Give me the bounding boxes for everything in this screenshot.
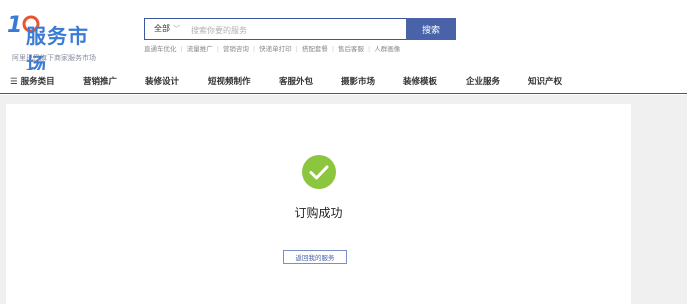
divider: | xyxy=(331,45,335,53)
site-header: 1 服务市场 阿里巴巴旗下商家服务市场 全部﹀ 搜索 直通车优化|流量推广|营销… xyxy=(0,0,687,95)
search-bar: 全部 ﹀ 搜索 xyxy=(144,18,456,41)
nav-item-categories[interactable]: ☰ 服务类目 xyxy=(10,70,55,94)
divider: | xyxy=(295,45,298,53)
hot-keyword-link[interactable]: 搭配套餐 xyxy=(302,45,328,53)
main-nav: ☰ 服务类目 营销推广 装修设计 短视频制作 客服外包 摄影市场 装修模板 企业… xyxy=(0,70,687,94)
nav-item-short-video[interactable]: 短视频制作 xyxy=(208,70,251,94)
nav-item-enterprise[interactable]: 企业服务 xyxy=(466,70,500,94)
logo[interactable]: 1 服务市场 阿里巴巴旗下商家服务市场 xyxy=(6,10,106,77)
logo-tagline: 阿里巴巴旗下商家服务市场 xyxy=(12,54,96,62)
nav-item-ip[interactable]: 知识产权 xyxy=(528,70,562,94)
svg-text:1: 1 xyxy=(7,13,22,38)
nav-item-photography[interactable]: 摄影市场 xyxy=(341,70,375,94)
hot-keyword-link[interactable]: 直通车优化 xyxy=(144,45,177,53)
divider: | xyxy=(180,45,183,53)
hot-keyword-link[interactable]: 营销咨询 xyxy=(223,45,249,53)
search-input[interactable] xyxy=(185,19,413,41)
search-scope-select[interactable]: 全部 ﹀ xyxy=(145,19,185,39)
divider: | xyxy=(368,45,371,53)
success-check-icon xyxy=(302,155,336,189)
return-my-services-button[interactable]: 返回我的服务 xyxy=(283,250,347,264)
divider: | xyxy=(216,45,219,53)
nav-item-customer-service[interactable]: 客服外包 xyxy=(279,70,313,94)
hot-keyword-link[interactable]: 人群画像 xyxy=(374,45,400,53)
hot-keyword-link[interactable]: 流量推广 xyxy=(187,45,213,53)
search-button[interactable]: 搜索 xyxy=(406,18,456,40)
search-scope-label: 全部 xyxy=(154,24,170,33)
nav-item-design[interactable]: 装修设计 xyxy=(145,70,179,94)
hot-keywords: 直通车优化 | 流量推广 | 营销咨询 | 快递单打印 | 搭配套餐 | 售后客服 | 人群画像 xyxy=(144,43,400,53)
result-panel: 订购成功 返回我的服务 xyxy=(6,104,631,304)
nav-item-templates[interactable]: 装修模板 xyxy=(403,70,437,94)
divider: | xyxy=(252,45,256,53)
nav-item-marketing[interactable]: 营销推广 xyxy=(83,70,117,94)
hot-keyword-link[interactable]: 快递单打印 xyxy=(259,45,292,53)
hot-keyword-link[interactable]: 售后客服 xyxy=(338,45,364,53)
success-message: 订购成功 xyxy=(294,206,343,220)
chevron-down-icon: ﹀ xyxy=(173,25,180,33)
